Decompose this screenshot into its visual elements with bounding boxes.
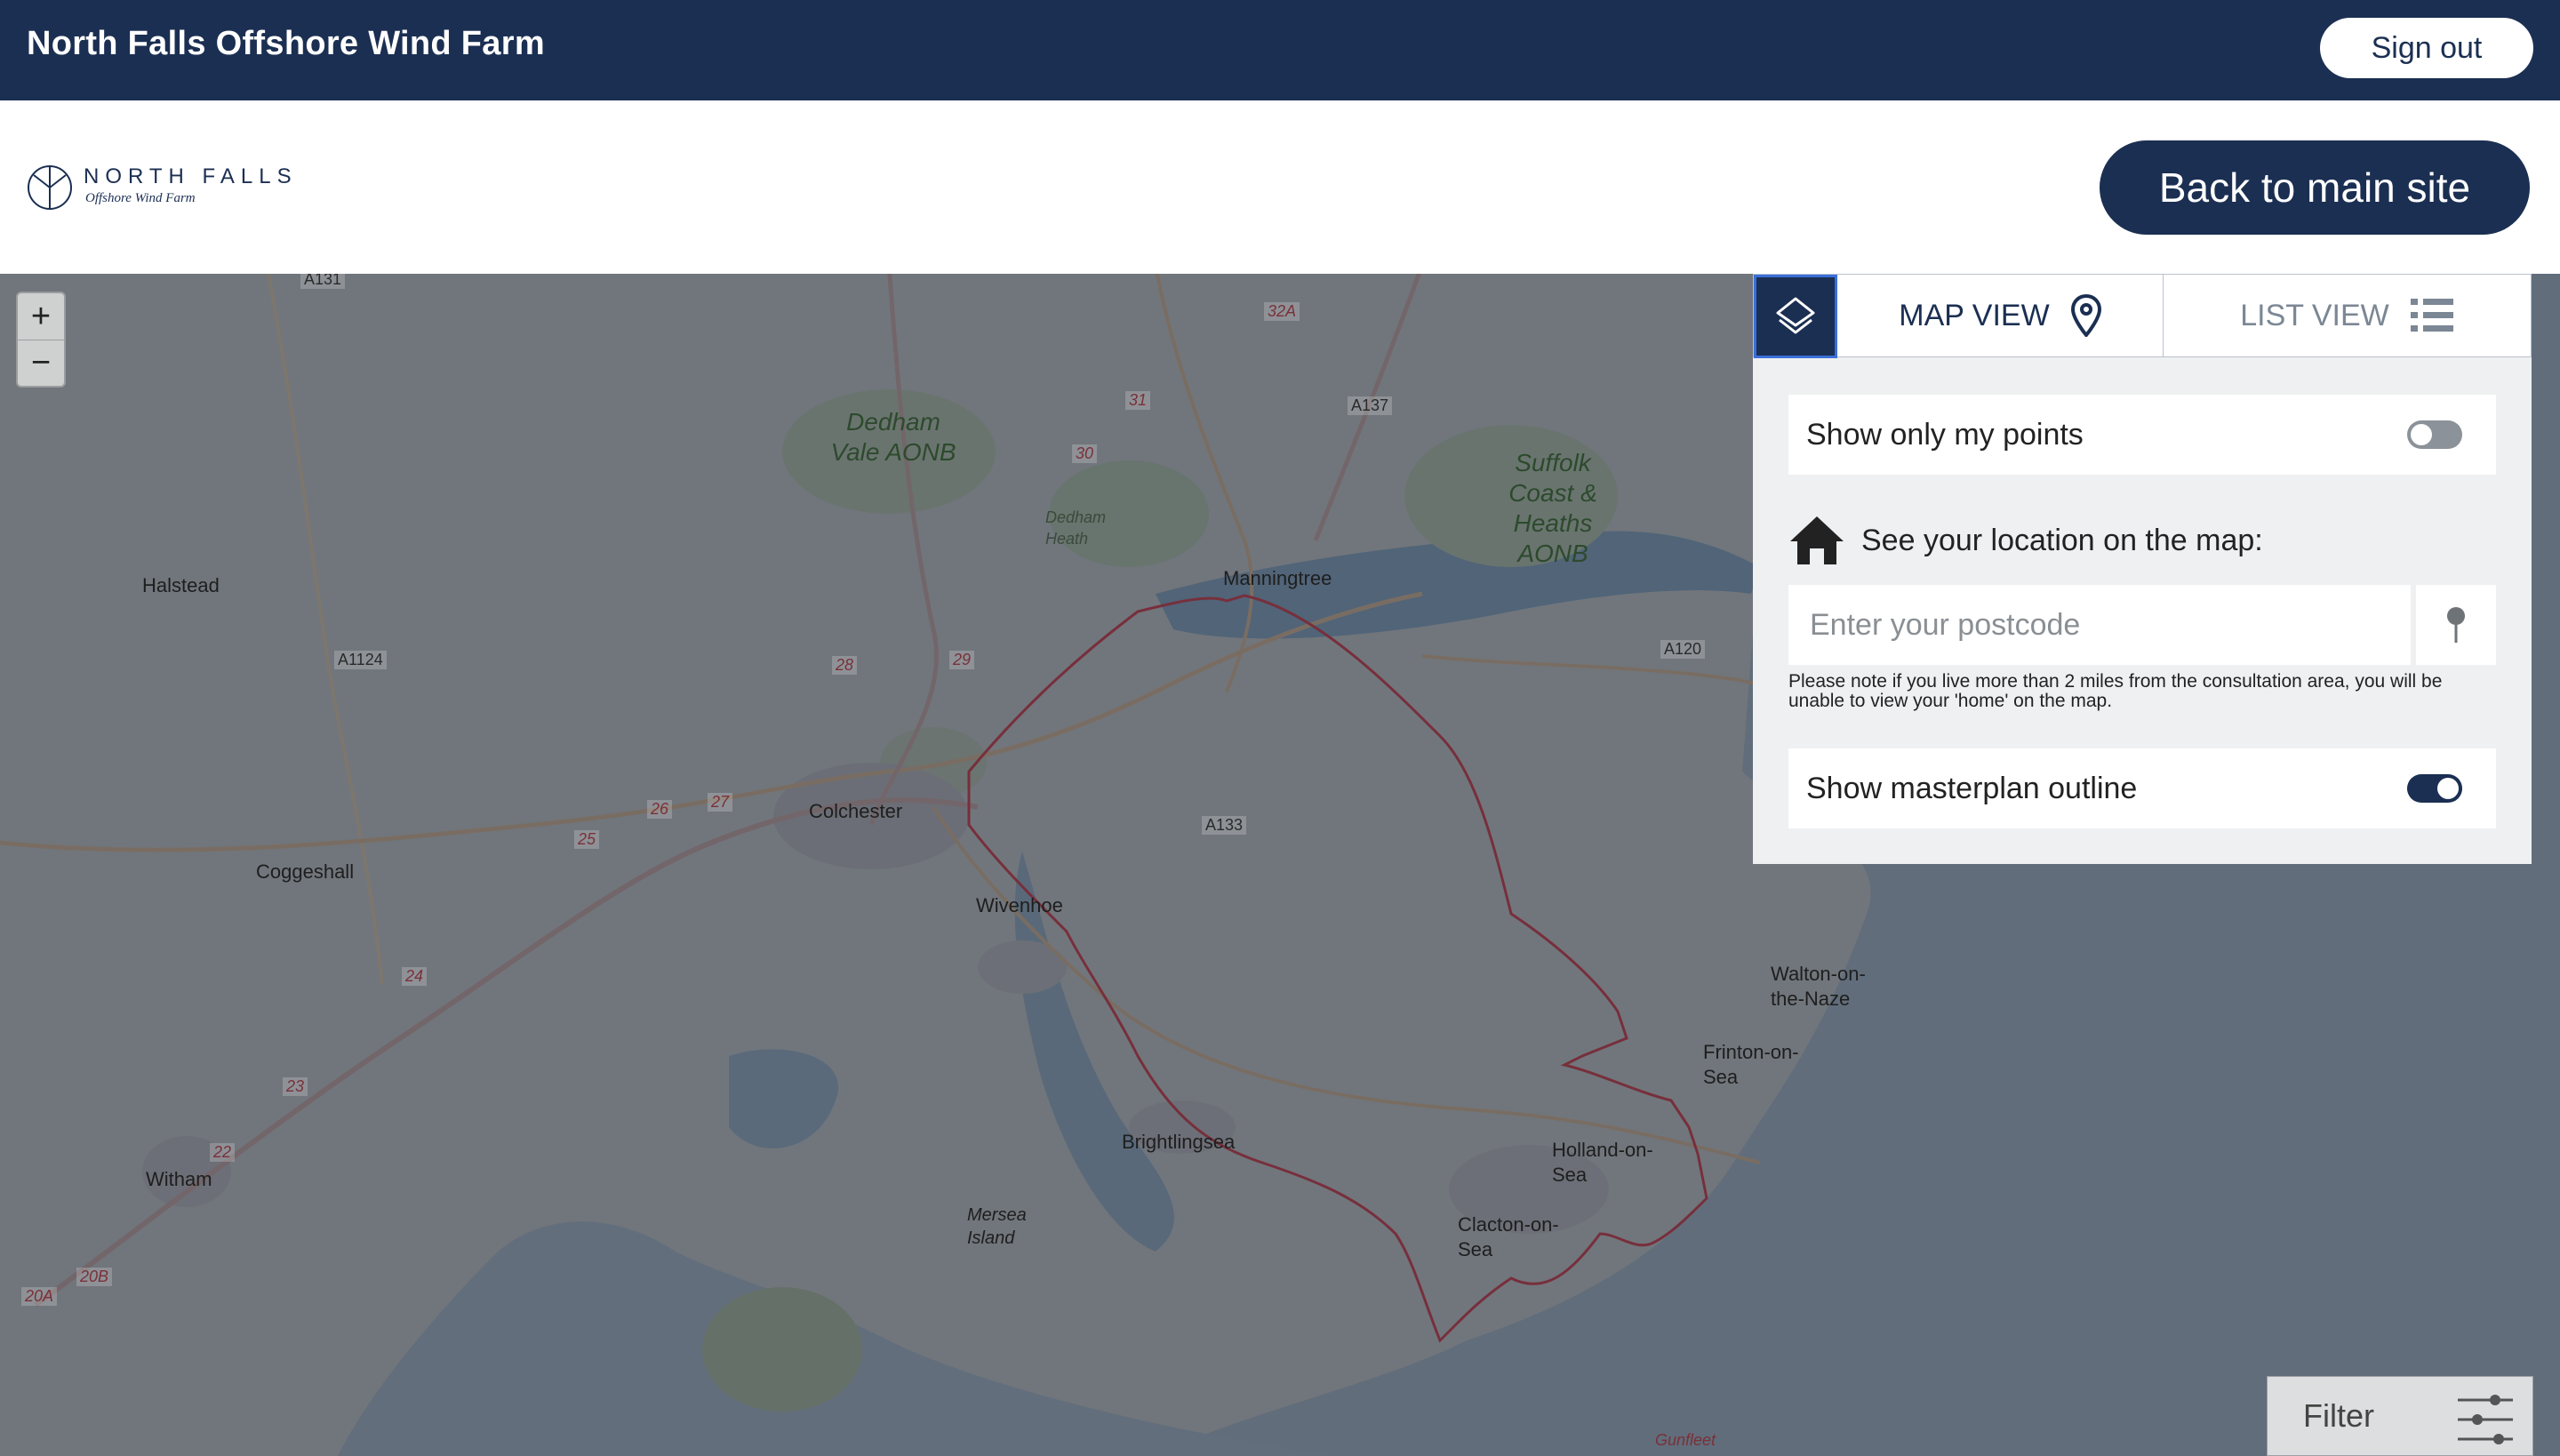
map-pin-icon	[2070, 294, 2101, 337]
road-label-20a: 20A	[21, 1287, 58, 1306]
road-label-22: 22	[210, 1143, 236, 1162]
filter-button[interactable]: Filter	[2267, 1376, 2533, 1456]
view-tabs: MAP VIEW LIST VIEW	[1753, 274, 2532, 358]
wind-turbine-logo-icon	[28, 165, 72, 210]
road-label-20b: 20B	[76, 1268, 113, 1286]
map-label-dedham-heath: Dedham Heath	[1045, 508, 1107, 548]
filter-label: Filter	[2303, 1397, 2374, 1434]
north-falls-logo[interactable]: NORTH FALLS Offshore Wind Farm	[25, 163, 318, 216]
road-label-24: 24	[402, 967, 428, 986]
map-label-manningtree: Manningtree	[1223, 567, 1332, 589]
road-label-a133: A133	[1202, 816, 1247, 835]
zoom-controls: + −	[16, 292, 66, 388]
road-label-a1124: A1124	[334, 651, 387, 669]
list-icon	[2410, 299, 2453, 332]
map-label-holland: Holland-on-Sea	[1552, 1139, 1653, 1186]
zoom-in-button[interactable]: +	[18, 293, 64, 340]
masterplan-row: Show masterplan outline	[1788, 748, 2496, 828]
back-to-main-site-button[interactable]: Back to main site	[2100, 140, 2530, 235]
map-label-walton: Walton-on-the-Naze	[1771, 963, 1866, 1010]
map-label-frinton: Frinton-on-Sea	[1703, 1041, 1799, 1088]
road-label-25: 25	[574, 830, 600, 849]
show-my-points-toggle[interactable]	[2407, 420, 2462, 449]
road-label-23: 23	[283, 1077, 308, 1096]
location-heading: See your location on the map:	[1788, 514, 2496, 567]
road-label-a131: A131	[300, 274, 346, 289]
sign-out-button[interactable]: Sign out	[2320, 18, 2533, 78]
map-label-dedham-aonb: Dedham Vale AONB	[830, 408, 956, 466]
road-label-a137: A137	[1348, 396, 1393, 415]
locate-postcode-button[interactable]	[2416, 585, 2496, 665]
show-my-points-label: Show only my points	[1806, 417, 2084, 452]
top-bar: North Falls Offshore Wind Farm Sign out	[0, 0, 2560, 100]
map-control-panel: MAP VIEW LIST VIEW Show only my points S…	[1753, 274, 2532, 864]
road-label-32a: 32A	[1264, 302, 1300, 321]
site-header: NORTH FALLS Offshore Wind Farm Back to m…	[0, 100, 2560, 275]
map-label-mersea: Mersea Island	[967, 1205, 1027, 1248]
logo-name: NORTH FALLS	[84, 164, 298, 188]
masterplan-toggle[interactable]	[2407, 774, 2462, 803]
show-my-points-row: Show only my points	[1788, 395, 2496, 475]
masterplan-label: Show masterplan outline	[1806, 771, 2138, 805]
map-label-clacton: Clacton-on-Sea	[1458, 1213, 1559, 1260]
location-label: See your location on the map:	[1861, 523, 2263, 557]
road-label-a120: A120	[1660, 640, 1706, 659]
tab-map-view-label: MAP VIEW	[1899, 298, 2050, 332]
layers-button[interactable]	[1754, 275, 1837, 358]
pushpin-icon	[2447, 607, 2465, 643]
site-title: North Falls Offshore Wind Farm	[27, 25, 545, 62]
sliders-icon	[2458, 1395, 2513, 1444]
road-label-28: 28	[832, 656, 858, 675]
road-label-26: 26	[647, 800, 673, 819]
map-label-gunfleet: Gunfleet	[1655, 1431, 1716, 1449]
road-label-30: 30	[1072, 444, 1098, 463]
map-label-halstead: Halstead	[142, 574, 220, 596]
logo-subtitle: Offshore Wind Farm	[85, 191, 196, 205]
road-label-29: 29	[949, 651, 975, 669]
tab-list-view-label: LIST VIEW	[2240, 298, 2389, 332]
road-label-27: 27	[708, 793, 733, 812]
home-icon	[1790, 516, 1844, 564]
location-note: Please note if you live more than 2 mile…	[1788, 671, 2443, 711]
map-label-wivenhoe: Wivenhoe	[976, 894, 1063, 916]
postcode-input[interactable]	[1788, 585, 2411, 665]
tab-map-view[interactable]: MAP VIEW	[1837, 275, 2164, 356]
road-label-31: 31	[1125, 391, 1151, 410]
tab-list-view[interactable]: LIST VIEW	[2163, 275, 2531, 356]
map-label-brightlingsea: Brightlingsea	[1122, 1131, 1236, 1153]
map-label-suffolk-aonb: Suffolk Coast & Heaths AONB	[1508, 449, 1597, 567]
layers-icon	[1776, 297, 1815, 334]
map-label-colchester: Colchester	[809, 800, 903, 822]
map-label-witham: Witham	[146, 1168, 212, 1190]
zoom-out-button[interactable]: −	[18, 340, 64, 386]
map-label-coggeshall: Coggeshall	[256, 860, 355, 883]
